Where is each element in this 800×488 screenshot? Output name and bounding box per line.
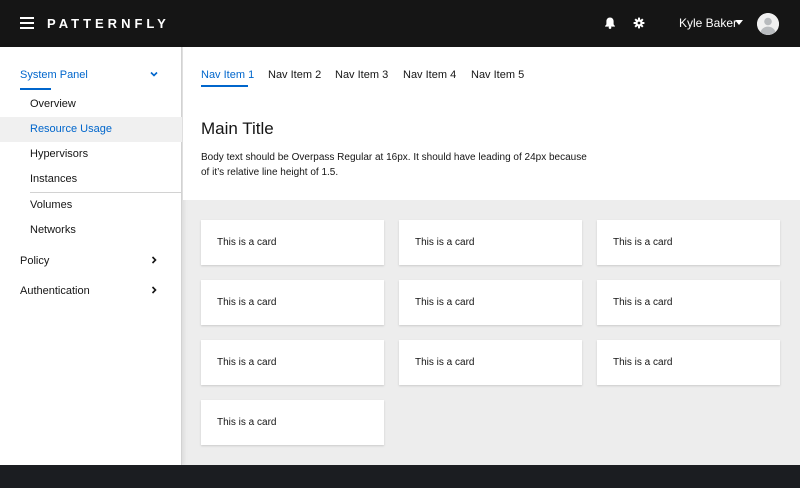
page-header: Main Title Body text should be Overpass … (183, 95, 800, 200)
sidebar-item-hypervisors[interactable]: Hypervisors (0, 142, 182, 167)
card: This is a card (399, 280, 582, 325)
caret-down-icon[interactable] (735, 20, 743, 25)
sidebar-group-policy[interactable]: Policy (0, 248, 182, 274)
masthead: PATTERNFLY Kyle Baker (0, 0, 800, 47)
card: This is a card (201, 280, 384, 325)
sidebar-item-volumes[interactable]: Volumes (0, 193, 182, 218)
sidebar-item-label: Volumes (30, 199, 73, 211)
active-tab-indicator (201, 85, 248, 87)
tab-nav-item-2[interactable]: Nav Item 2 (268, 68, 321, 83)
sidebar-item-label: Instances (30, 173, 78, 185)
sidebar: System Panel Overview Resource Usage Hyp… (0, 47, 182, 465)
card-text: This is a card (217, 237, 277, 248)
sidebar-item-label: Networks (30, 224, 76, 236)
card-text: This is a card (217, 357, 277, 368)
brand-logo[interactable]: PATTERNFLY (47, 15, 170, 32)
sidebar-group-label: Authentication (20, 285, 90, 297)
horizontal-nav: Nav Item 1 Nav Item 2 Nav Item 3 Nav Ite… (183, 47, 800, 95)
card: This is a card (201, 400, 384, 445)
sidebar-item-networks[interactable]: Networks (0, 218, 182, 243)
sidebar-group-authentication[interactable]: Authentication (0, 278, 182, 304)
card-text: This is a card (415, 357, 475, 368)
page-title: Main Title (201, 119, 274, 138)
card-text: This is a card (415, 237, 475, 248)
card-text: This is a card (217, 297, 277, 308)
chevron-right-icon[interactable] (148, 284, 160, 296)
card: This is a card (399, 340, 582, 385)
sidebar-group-system-panel[interactable]: System Panel (0, 62, 182, 88)
card: This is a card (597, 280, 780, 325)
hamburger-icon[interactable] (20, 17, 34, 29)
sidebar-item-label: Hypervisors (30, 148, 89, 160)
card-text: This is a card (415, 297, 475, 308)
tab-nav-item-4[interactable]: Nav Item 4 (403, 68, 456, 83)
card: This is a card (399, 220, 582, 265)
card: This is a card (597, 340, 780, 385)
card: This is a card (597, 220, 780, 265)
card: This is a card (201, 340, 384, 385)
card-text: This is a card (613, 237, 673, 248)
gear-icon[interactable] (630, 14, 648, 32)
page-description: Body text should be Overpass Regular at … (201, 152, 587, 178)
sidebar-item-label: Overview (30, 98, 76, 110)
card-text: This is a card (613, 357, 673, 368)
sidebar-group-label: Policy (20, 255, 50, 267)
active-group-indicator (20, 88, 51, 90)
chevron-right-icon[interactable] (148, 254, 160, 266)
user-menu-toggle[interactable]: Kyle Baker (679, 15, 737, 32)
chevron-down-icon[interactable] (148, 68, 160, 80)
sidebar-group-label: System Panel (20, 69, 88, 81)
card-text: This is a card (613, 297, 673, 308)
card-text: This is a card (217, 417, 277, 428)
tab-nav-item-1[interactable]: Nav Item 1 (201, 68, 254, 83)
sidebar-item-resource-usage[interactable]: Resource Usage (0, 117, 182, 142)
sidebar-item-overview[interactable]: Overview (0, 92, 182, 117)
sidebar-item-instances[interactable]: Instances (0, 167, 182, 192)
tab-nav-item-5[interactable]: Nav Item 5 (471, 68, 524, 83)
footer-bar (0, 465, 800, 488)
card: This is a card (201, 220, 384, 265)
sidebar-item-label: Resource Usage (30, 123, 112, 135)
tab-nav-item-3[interactable]: Nav Item 3 (335, 68, 388, 83)
bell-icon[interactable] (601, 14, 619, 32)
avatar-icon[interactable] (757, 13, 779, 35)
